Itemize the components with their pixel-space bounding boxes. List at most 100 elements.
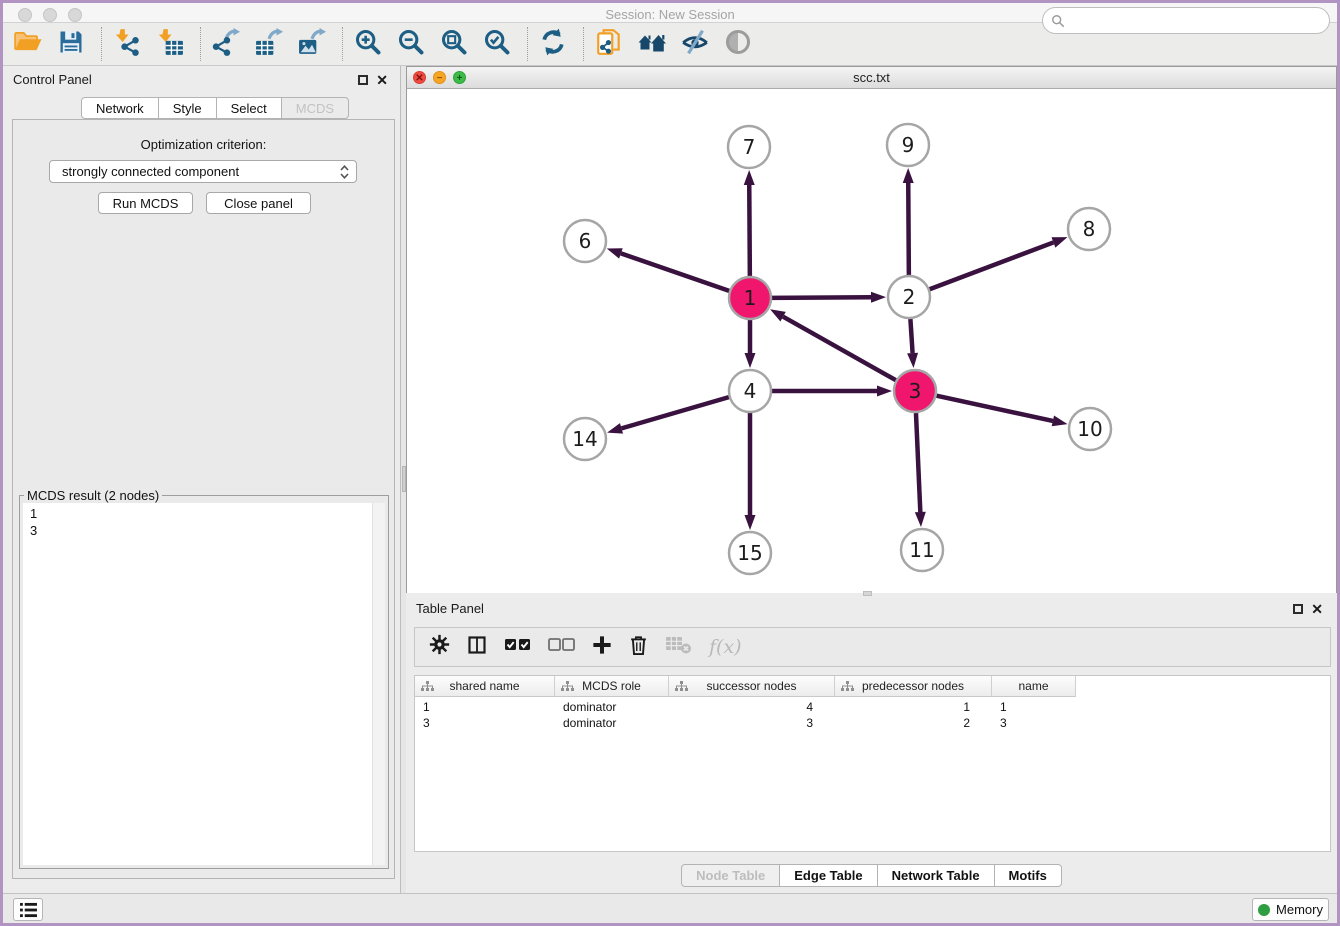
table-row[interactable]: 1dominator411 (415, 699, 1330, 715)
show-columns-button[interactable] (467, 635, 487, 660)
graph-edge-arrowhead (607, 248, 623, 258)
graph-node-label-15: 15 (737, 541, 762, 565)
optimization-criterion-select[interactable]: strongly connected component (49, 160, 357, 183)
select-chevrons-icon (339, 164, 350, 180)
zoom-out-button[interactable] (394, 27, 428, 61)
tab-mcds[interactable]: MCDS (282, 97, 349, 119)
graph-node-label-10: 10 (1077, 417, 1102, 441)
first-neighbors-button[interactable] (635, 27, 669, 61)
graph-edge-4-14[interactable] (621, 397, 728, 428)
tree-hierarchy-icon (841, 681, 854, 695)
tab-motifs[interactable]: Motifs (995, 864, 1062, 887)
save-session-button[interactable] (54, 27, 88, 61)
hide-selected-button[interactable] (678, 27, 712, 61)
deselect-all-columns-icon (548, 636, 575, 658)
import-table-button[interactable] (153, 27, 187, 61)
import-network-button[interactable] (110, 27, 144, 61)
mcds-result-values: 1 3 (23, 503, 385, 539)
graph-edge-arrowhead (903, 168, 914, 183)
column-header-label: MCDS role (582, 679, 641, 693)
open-file-button[interactable] (11, 27, 45, 61)
tab-edge-table[interactable]: Edge Table (780, 864, 877, 887)
graph-edge-1-6[interactable] (621, 253, 729, 290)
table-panel: Table Panel ✕ f(x) shared nameMCDS roles… (406, 593, 1337, 893)
export-image-button[interactable] (295, 27, 329, 61)
tab-select[interactable]: Select (217, 97, 282, 119)
graph-node-label-11: 11 (909, 538, 934, 562)
network-window-titlebar[interactable]: ✕ − + scc.txt (407, 67, 1336, 89)
graph-edge-2-9[interactable] (908, 183, 909, 275)
zoom-fit-button[interactable] (437, 27, 471, 61)
import-table-icon (156, 28, 184, 61)
node-table-header: shared name MCDS role successor nodes prede… (415, 676, 1076, 697)
close-panel-button[interactable]: Close panel (206, 192, 311, 214)
cell-name: 3 (992, 715, 1076, 731)
graph-node-label-1: 1 (744, 286, 757, 310)
table-row[interactable]: 3dominator323 (415, 715, 1330, 731)
zoom-selected-button[interactable] (480, 27, 514, 61)
search-box[interactable] (1042, 7, 1330, 34)
control-panel-close-icon[interactable]: ✕ (376, 74, 388, 86)
graph-edge-2-8[interactable] (930, 242, 1054, 289)
tab-network-table[interactable]: Network Table (878, 864, 995, 887)
table-panel-close-icon[interactable]: ✕ (1311, 603, 1323, 615)
column-header-predecessor-nodes[interactable]: predecessor nodes (835, 676, 992, 697)
cell-name: 1 (992, 699, 1076, 715)
tree-hierarchy-icon (675, 681, 688, 695)
control-panel-float-button[interactable] (358, 75, 368, 85)
graph-edge-arrowhead (907, 353, 918, 368)
horizontal-splitter-grip[interactable] (863, 591, 872, 596)
window-border-left (0, 0, 3, 926)
graph-edge-arrowhead (1052, 237, 1068, 247)
column-header-label: successor nodes (706, 679, 796, 693)
graph-edge-arrowhead (770, 309, 786, 321)
tab-node-table[interactable]: Node Table (681, 864, 780, 887)
graph-edge-arrowhead (745, 515, 756, 530)
column-header-MCDS-role[interactable]: MCDS role (555, 676, 669, 697)
task-list-icon (19, 902, 38, 918)
function-builder-icon: f(x) (709, 636, 742, 658)
graph-edge-3-1[interactable] (783, 317, 896, 381)
result-scrollbar[interactable] (372, 503, 385, 865)
network-canvas[interactable]: 7968124314101511 (407, 89, 1336, 593)
graph-edge-1-2[interactable] (772, 297, 871, 298)
select-all-columns-button[interactable] (504, 636, 531, 658)
graph-edge-arrowhead (871, 292, 886, 303)
show-all-disabled-button[interactable] (721, 27, 755, 61)
graph-edge-3-11[interactable] (916, 413, 920, 512)
tab-network[interactable]: Network (81, 97, 159, 119)
delete-column-button[interactable] (629, 634, 648, 661)
cell-MCDS-role: dominator (555, 699, 669, 715)
task-history-button[interactable] (13, 898, 43, 921)
delete-table-button (665, 634, 692, 660)
mcds-result-text-area[interactable]: 1 3 (23, 503, 385, 865)
add-column-button[interactable] (592, 635, 612, 660)
deselect-all-columns-button[interactable] (548, 636, 575, 658)
column-header-label: name (1018, 679, 1048, 693)
graph-edge-1-7[interactable] (749, 185, 750, 276)
table-settings-icon (429, 634, 450, 660)
cell-predecessor-nodes: 1 (835, 699, 992, 715)
zoom-in-button[interactable] (351, 27, 385, 61)
mcds-result-group: MCDS result (2 nodes) 1 3 (19, 488, 389, 869)
column-header-successor-nodes[interactable]: successor nodes (669, 676, 835, 697)
zoom-in-icon (354, 28, 382, 61)
duplicate-network-icon (595, 28, 623, 61)
run-mcds-button[interactable]: Run MCDS (98, 192, 193, 214)
tab-style[interactable]: Style (159, 97, 217, 119)
column-header-shared-name[interactable]: shared name (415, 676, 555, 697)
search-input[interactable] (1065, 11, 1329, 31)
duplicate-network-button[interactable] (592, 27, 626, 61)
refresh-layout-button[interactable] (536, 27, 570, 61)
export-network-button[interactable] (209, 27, 243, 61)
table-settings-button[interactable] (429, 634, 450, 660)
tree-hierarchy-icon (421, 681, 434, 695)
export-table-button[interactable] (252, 27, 286, 61)
graph-edge-2-3[interactable] (910, 319, 912, 353)
graph-node-label-8: 8 (1083, 217, 1096, 241)
table-panel-float-button[interactable] (1293, 604, 1303, 614)
graph-edge-3-10[interactable] (936, 396, 1052, 421)
column-header-name[interactable]: name (992, 676, 1076, 697)
memory-button[interactable]: Memory (1252, 898, 1329, 921)
toolbar-separator (583, 27, 584, 61)
